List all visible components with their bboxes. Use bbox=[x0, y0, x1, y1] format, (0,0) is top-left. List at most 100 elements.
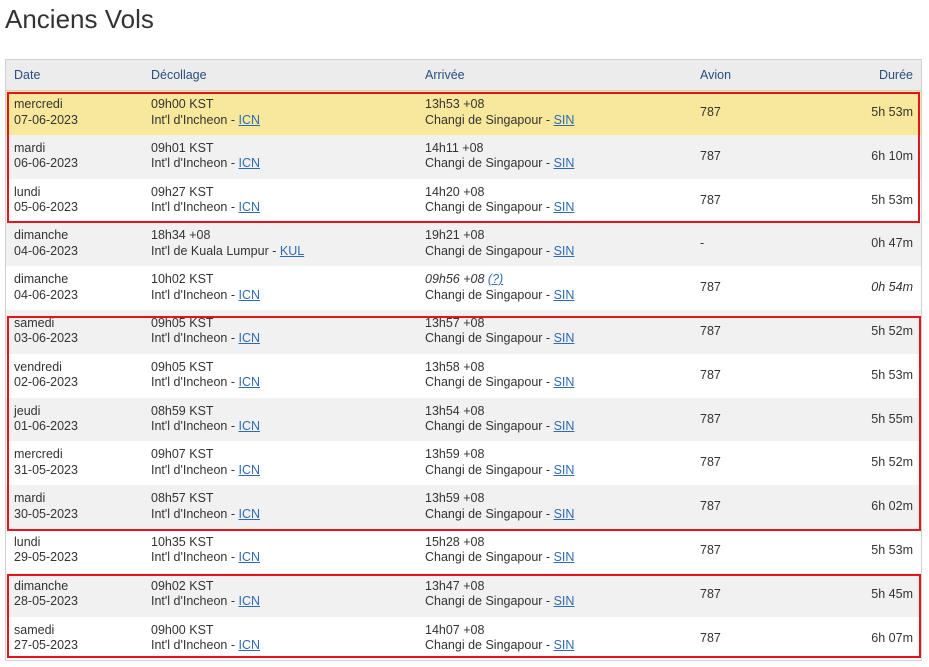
header-departure[interactable]: Décollage bbox=[151, 68, 207, 83]
arrival-time: 14h07 +08 bbox=[425, 622, 485, 637]
arrival-airport: Changi de Singapour - bbox=[425, 506, 554, 521]
arrival-cell: 14h11 +08 Changi de Singapour - SIN bbox=[425, 141, 574, 172]
arrival-airport-code-link[interactable]: SIN bbox=[554, 463, 575, 477]
table-row[interactable]: jeudi 01-06-2023 08h59 KST Int'l d'Incheon … bbox=[6, 397, 921, 442]
arrival-airport-code-link[interactable]: SIN bbox=[554, 156, 575, 170]
aircraft-cell: 787 bbox=[700, 455, 721, 470]
flight-date: 28-05-2023 bbox=[14, 594, 78, 609]
date-cell: dimanche 04-06-2023 bbox=[14, 272, 78, 303]
flight-date: 04-06-2023 bbox=[14, 243, 78, 258]
day-name: jeudi bbox=[14, 403, 41, 418]
header-arrival[interactable]: Arrivée bbox=[425, 68, 465, 83]
arrival-airport-code-link[interactable]: SIN bbox=[554, 288, 575, 302]
departure-airport-code-link[interactable]: ICN bbox=[238, 594, 260, 608]
duration-cell: 5h 53m bbox=[871, 542, 913, 557]
flight-date: 31-05-2023 bbox=[14, 462, 78, 477]
arrival-cell: 13h57 +08 Changi de Singapour - SIN bbox=[425, 316, 574, 347]
departure-cell: 09h02 KST Int'l d'Incheon - ICN bbox=[151, 579, 260, 610]
flight-date: 02-06-2023 bbox=[14, 375, 78, 390]
arrival-airport-code-link[interactable]: SIN bbox=[554, 507, 575, 521]
flight-date: 01-06-2023 bbox=[14, 419, 78, 434]
date-cell: mercredi 07-06-2023 bbox=[14, 97, 78, 128]
table-row[interactable]: mercredi 07-06-2023 09h00 KST Int'l d'Inche… bbox=[6, 91, 921, 135]
departure-airport-code-link[interactable]: ICN bbox=[238, 419, 260, 433]
duration-cell: 6h 07m bbox=[871, 630, 913, 645]
table-row[interactable]: vendredi 02-06-2023 09h05 KST Int'l d'Inche… bbox=[6, 353, 921, 398]
duration-cell: 5h 53m bbox=[871, 105, 913, 119]
departure-airport-code-link[interactable]: ICN bbox=[238, 507, 260, 521]
arrival-time: 13h54 +08 bbox=[425, 403, 485, 418]
day-name: lundi bbox=[14, 184, 41, 199]
date-cell: jeudi 01-06-2023 bbox=[14, 404, 78, 435]
table-row[interactable]: samedi 03-06-2023 09h05 KST Int'l d'Incheon… bbox=[6, 309, 921, 354]
departure-airport-code-link[interactable]: ICN bbox=[238, 375, 260, 389]
departure-airport: Int'l d'Incheon - bbox=[151, 506, 239, 521]
arrival-airport: Changi de Singapour - bbox=[425, 287, 554, 302]
arrival-airport-code-link[interactable]: SIN bbox=[554, 244, 575, 258]
day-name: mercredi bbox=[14, 447, 63, 462]
date-cell: lundi 05-06-2023 bbox=[14, 185, 78, 216]
departure-airport-code-link[interactable]: ICN bbox=[238, 113, 260, 127]
departure-airport-code-link[interactable]: ICN bbox=[238, 638, 260, 652]
arrival-airport-code-link[interactable]: SIN bbox=[554, 638, 575, 652]
header-duration[interactable]: Durée bbox=[879, 68, 913, 83]
aircraft-cell: 787 bbox=[700, 367, 721, 382]
table-row[interactable]: samedi 27-05-2023 09h00 KST Int'l d'Incheon… bbox=[6, 616, 921, 661]
departure-airport: Int'l d'Incheon - bbox=[151, 375, 239, 390]
aircraft-cell: 787 bbox=[700, 105, 721, 119]
table-row[interactable]: dimanche 04-06-2023 10h02 KST Int'l d'Inche… bbox=[6, 266, 921, 310]
flight-date: 04-06-2023 bbox=[14, 287, 78, 302]
flight-date: 29-05-2023 bbox=[14, 550, 78, 565]
day-name: mercredi bbox=[14, 97, 63, 111]
date-cell: lundi 29-05-2023 bbox=[14, 535, 78, 566]
estimated-time-help-link[interactable]: (?) bbox=[488, 272, 503, 286]
arrival-airport-code-link[interactable]: SIN bbox=[554, 331, 575, 345]
day-name: dimanche bbox=[14, 578, 69, 593]
table-row[interactable]: lundi 05-06-2023 09h27 KST Int'l d'Incheon … bbox=[6, 178, 921, 223]
day-name: mardi bbox=[14, 140, 46, 155]
duration-cell: 6h 02m bbox=[871, 499, 913, 514]
duration-cell: 5h 53m bbox=[871, 367, 913, 382]
table-row[interactable]: dimanche 04-06-2023 18h34 +08 Int'l de Kual… bbox=[6, 222, 921, 267]
departure-cell: 09h07 KST Int'l d'Incheon - ICN bbox=[151, 447, 260, 478]
arrival-cell: 13h59 +08 Changi de Singapour - SIN bbox=[425, 447, 574, 478]
date-cell: vendredi 02-06-2023 bbox=[14, 360, 78, 391]
arrival-cell: 15h28 +08 Changi de Singapour - SIN bbox=[425, 535, 574, 566]
duration-cell: 6h 10m bbox=[871, 148, 913, 163]
departure-airport-code-link[interactable]: KUL bbox=[280, 244, 304, 258]
table-row[interactable]: mercredi 31-05-2023 09h07 KST Int'l d'Inche… bbox=[6, 441, 921, 486]
departure-airport-code-link[interactable]: ICN bbox=[238, 331, 260, 345]
arrival-airport-code-link[interactable]: SIN bbox=[554, 375, 575, 389]
departure-time: 09h00 KST bbox=[151, 622, 214, 637]
arrival-cell: 13h58 +08 Changi de Singapour - SIN bbox=[425, 360, 574, 391]
table-row[interactable]: mardi 30-05-2023 08h57 KST Int'l d'Incheon … bbox=[6, 485, 921, 529]
arrival-time: 13h59 +08 bbox=[425, 447, 485, 462]
departure-airport-code-link[interactable]: ICN bbox=[238, 550, 260, 564]
departure-cell: 09h27 KST Int'l d'Incheon - ICN bbox=[151, 185, 260, 216]
arrival-airport-code-link[interactable]: SIN bbox=[554, 594, 575, 608]
arrival-airport-code-link[interactable]: SIN bbox=[554, 550, 575, 564]
header-aircraft[interactable]: Avion bbox=[700, 68, 731, 83]
date-cell: mercredi 31-05-2023 bbox=[14, 447, 78, 478]
departure-airport-code-link[interactable]: ICN bbox=[238, 200, 260, 214]
duration-cell: 5h 52m bbox=[871, 455, 913, 470]
table-body: mercredi 07-06-2023 09h00 KST Int'l d'Inche… bbox=[6, 91, 921, 661]
table-row[interactable]: dimanche 28-05-2023 09h02 KST Int'l d'Inche… bbox=[6, 572, 921, 617]
arrival-airport-code-link[interactable]: SIN bbox=[554, 419, 575, 433]
departure-time: 09h05 KST bbox=[151, 315, 214, 330]
arrival-airport-code-link[interactable]: SIN bbox=[554, 113, 575, 127]
arrival-cell: 13h47 +08 Changi de Singapour - SIN bbox=[425, 579, 574, 610]
arrival-cell: 13h54 +08 Changi de Singapour - SIN bbox=[425, 404, 574, 435]
day-name: dimanche bbox=[14, 272, 69, 287]
table-row[interactable]: lundi 29-05-2023 10h35 KST Int'l d'Incheon … bbox=[6, 528, 921, 573]
flight-date: 05-06-2023 bbox=[14, 200, 78, 215]
departure-cell: 10h02 KST Int'l d'Incheon - ICN bbox=[151, 272, 260, 303]
departure-airport-code-link[interactable]: ICN bbox=[238, 288, 260, 302]
arrival-airport-code-link[interactable]: SIN bbox=[554, 200, 575, 214]
table-row[interactable]: mardi 06-06-2023 09h01 KST Int'l d'Incheon … bbox=[6, 134, 921, 179]
departure-airport-code-link[interactable]: ICN bbox=[238, 156, 260, 170]
aircraft-cell: 787 bbox=[700, 411, 721, 426]
departure-airport-code-link[interactable]: ICN bbox=[238, 463, 260, 477]
header-date[interactable]: Date bbox=[14, 68, 40, 83]
day-name: mardi bbox=[14, 491, 46, 506]
